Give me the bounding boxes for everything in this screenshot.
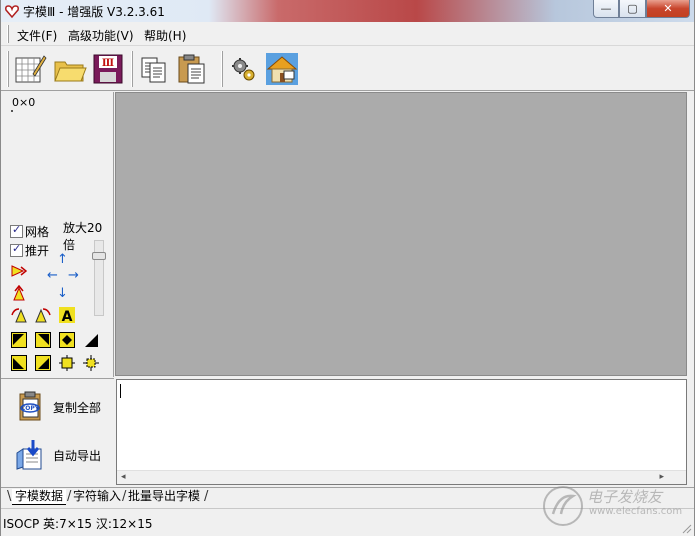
fill-bottom-left-tool[interactable] [11,355,27,371]
app-window: 字模Ⅲ - 增强版 V3.2.3.61 — ▢ ✕ 文件(F) 高级功能(V) … [0,0,695,536]
origin-dot [11,110,13,112]
text-caret [120,384,121,398]
flip-horizontal-icon [11,265,27,277]
triangle-bottom-right-icon [85,334,98,347]
svg-text:A: A [62,309,73,323]
textarea-scroll-edge [687,379,694,485]
site-watermark: 电子发烧友 www.elecfans.com [541,484,691,528]
fill-top-left-tool[interactable] [11,332,27,348]
settings-gears-icon [232,58,255,81]
watermark-text: 电子发烧友 [587,488,663,506]
tab-font-data[interactable]: 字模数据 [12,489,67,505]
rotate-left-icon [11,308,27,323]
push-label: 推开 [25,244,50,258]
bold-a-icon: A [59,307,75,323]
bold-tool[interactable]: A [59,307,75,323]
tab-separator: \ [7,489,12,504]
fill-top-right-tool[interactable] [35,332,51,348]
tab-batch-export[interactable]: 批量导出字模 [125,489,203,505]
fill-bottom-right-box-tool[interactable] [35,355,51,371]
shrink-square-icon [59,355,75,371]
fill-center-tool[interactable] [59,332,75,348]
save-button[interactable]: Ⅲ [91,52,125,86]
auto-export-label: 自动导出 [53,448,102,463]
paste-clipboard-icon [178,54,205,84]
watermark-logo-icon [543,486,583,526]
toolbar: Ⅲ [1,47,694,91]
copy-button[interactable] [137,52,171,86]
font-data-textarea[interactable]: ◂ ▸ [116,379,687,485]
glyph-size-readout: 0×0 [12,96,36,109]
triangle-bottom-left-icon [11,355,27,371]
copy-icon [141,57,166,83]
diamond-center-icon [59,332,75,348]
shift-down-arrow[interactable]: ↓ [57,287,68,301]
watermark-url: www.elecfans.com [589,506,683,517]
triangle-top-right-icon [35,332,51,348]
shift-up-arrow[interactable]: ↑ [57,253,68,267]
shift-right-arrow[interactable]: → [68,269,79,283]
svg-text:Ⅲ: Ⅲ [102,58,114,69]
fill-bottom-right-tool[interactable] [83,332,99,348]
grid-checkbox[interactable] [10,223,23,238]
home-button[interactable] [265,52,299,86]
auto-export-button[interactable]: 自动导出 [15,438,101,472]
app-heart-icon [4,3,20,19]
new-button[interactable] [13,52,47,86]
triangle-bottom-right-box-icon [35,355,51,371]
glyph-edit-canvas[interactable] [115,92,687,376]
copy-all-label: 复制全部 [53,400,102,415]
scroll-left-icon[interactable]: ◂ [121,472,126,482]
svg-text:COPY: COPY [21,405,40,412]
push-checkbox[interactable] [10,242,23,257]
status-text: ISOCP 英:7×15 汉:12×15 [3,517,153,531]
output-actions-panel: COPY 复制全部 自动导出 [1,378,114,486]
copy-all-button[interactable]: COPY 复制全部 [15,390,101,424]
tab-separator: / [204,489,209,504]
menu-advanced[interactable]: 高级功能(V) [68,27,134,44]
toolbar-separator-2 [221,51,223,87]
home-house-icon [266,53,298,85]
flip-vertical-icon [13,285,25,301]
window-controls: — ▢ ✕ [593,0,690,18]
tab-char-input[interactable]: 字符输入 [70,489,124,505]
canvas-scroll-edge [687,92,694,377]
new-grid-icon [15,55,47,83]
auto-export-icon [16,440,42,470]
textarea-horizontal-scrollbar[interactable]: ◂ ▸ [117,470,686,484]
menubar-grip [7,25,9,43]
flip-horizontal-tool[interactable] [11,263,27,279]
paste-button[interactable] [175,52,209,86]
rotate-right-icon [35,308,51,323]
toolbar-grip [7,51,9,87]
zoom-label: 放大20倍 [63,221,103,252]
rotate-left-tool[interactable] [11,307,27,323]
expand-square-icon [83,355,99,371]
window-title: 字模Ⅲ - 增强版 V3.2.3.61 [23,5,165,19]
save-disk-icon: Ⅲ [93,54,123,84]
left-control-panel: 0×0 网格 推开 放大20倍 ↑ ← → ↓ A [1,92,114,377]
zoom-slider-thumb[interactable] [92,252,106,260]
settings-button[interactable] [227,52,261,86]
menu-file[interactable]: 文件(F) [17,27,57,44]
toolbar-separator [131,51,133,87]
grid-label: 网格 [25,225,50,239]
open-folder-icon [54,61,87,82]
open-button[interactable] [53,52,87,86]
close-button[interactable]: ✕ [646,0,690,18]
expand-tool[interactable] [83,355,99,371]
maximize-button[interactable]: ▢ [619,0,646,18]
rotate-right-tool[interactable] [35,307,51,323]
scroll-right-icon[interactable]: ▸ [659,472,664,482]
shift-left-arrow[interactable]: ← [47,269,58,283]
copy-all-clipboard-icon: COPY [19,391,41,421]
menu-bar: 文件(F) 高级功能(V) 帮助(H) [1,22,694,46]
flip-vertical-tool[interactable] [11,285,27,301]
shrink-tool[interactable] [59,355,75,371]
minimize-button[interactable]: — [593,0,619,18]
title-bar: 字模Ⅲ - 增强版 V3.2.3.61 — ▢ ✕ [1,0,694,22]
menu-help[interactable]: 帮助(H) [144,27,186,44]
triangle-top-left-icon [11,332,27,348]
